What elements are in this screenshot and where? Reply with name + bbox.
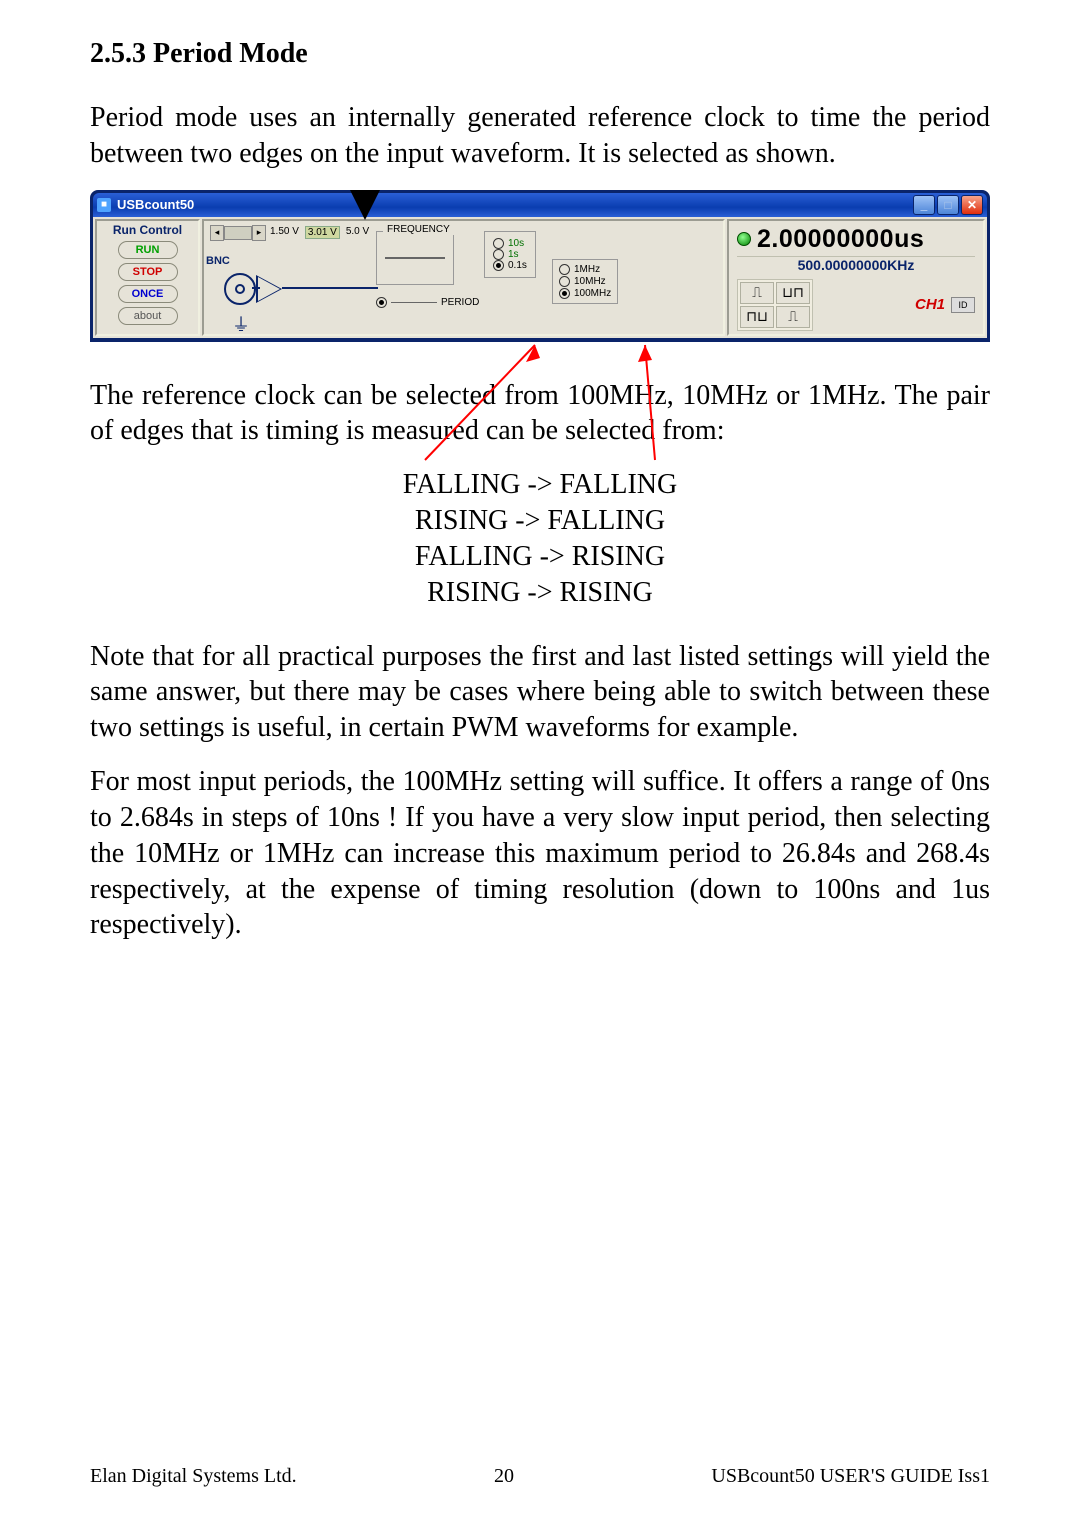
minimize-button[interactable]: _ — [913, 195, 935, 215]
threshold-slider[interactable]: ◂ ▸ — [210, 225, 266, 241]
amplifier-icon — [256, 275, 282, 303]
status-led-icon — [737, 232, 751, 246]
edge-rf-button[interactable]: ⊔⊓ — [776, 282, 810, 304]
edge-options-list: FALLING -> FALLING RISING -> FALLING FAL… — [90, 467, 990, 610]
edge-option-1: FALLING -> FALLING — [90, 467, 990, 503]
period-label: PERIOD — [441, 297, 479, 308]
tick-1: 3.01 V — [305, 226, 340, 239]
run-control-panel: Run Control RUN STOP ONCE about — [95, 219, 200, 336]
frequency-mode-group[interactable]: FREQUENCY — [376, 231, 454, 285]
tick-0: 1.50 V — [268, 226, 301, 239]
edge-ff-button[interactable]: ⎍ — [740, 282, 774, 304]
gate-opt-0: 10s — [508, 238, 524, 249]
edge-option-3: FALLING -> RISING — [90, 539, 990, 575]
edge-fr-button[interactable]: ⊓⊔ — [740, 306, 774, 328]
channel-badge: CH1 ID — [915, 296, 975, 313]
stop-button[interactable]: STOP — [118, 263, 178, 281]
signal-config-area: ◂ ▸ 1.50 V 3.01 V 5.0 V FREQUENCY — [202, 219, 725, 336]
footer-left: Elan Digital Systems Ltd. — [90, 1465, 297, 1488]
period-mode-group[interactable]: PERIOD — [376, 297, 479, 308]
app-window: ■ USBcount50 _ □ ✕ Run Control RUN STOP … — [90, 190, 990, 342]
ref-opt-2: 100MHz — [574, 288, 611, 299]
ref-10mhz-radio[interactable] — [559, 276, 570, 287]
ref-clock-group: 1MHz 10MHz 100MHz — [552, 259, 618, 304]
readout-panel: 2.00000000us 500.00000000KHz ⎍ ⊔⊓ ⊓⊔ ⎍ C… — [727, 219, 985, 336]
edge-option-4: RISING -> RISING — [90, 575, 990, 611]
tick-2: 5.0 V — [344, 226, 371, 239]
bnc-diagram: BNC ⏚ — [206, 255, 386, 335]
paragraph-3: Note that for all practical purposes the… — [90, 639, 990, 746]
once-button[interactable]: ONCE — [118, 285, 178, 303]
ref-100mhz-radio[interactable] — [559, 288, 570, 299]
ground-icon: ⏚ — [232, 311, 250, 336]
app-icon: ■ — [97, 198, 111, 212]
page-footer: Elan Digital Systems Ltd. 20 USBcount50 … — [90, 1465, 990, 1488]
footer-center: 20 — [494, 1465, 514, 1488]
ref-opt-1: 10MHz — [574, 276, 606, 287]
channel-id-button[interactable]: ID — [951, 297, 975, 313]
edge-option-2: RISING -> FALLING — [90, 503, 990, 539]
frequency-readout: 500.00000000KHz — [737, 257, 975, 273]
close-button[interactable]: ✕ — [961, 195, 983, 215]
bnc-connector-icon — [224, 273, 256, 305]
window-title: USBcount50 — [117, 197, 194, 212]
channel-label: CH1 — [915, 296, 945, 313]
ref-opt-0: 1MHz — [574, 264, 600, 275]
paragraph-4: For most input periods, the 100MHz setti… — [90, 764, 990, 943]
gate-01s-radio[interactable] — [493, 260, 504, 271]
threshold-ticks: 1.50 V 3.01 V 5.0 V — [268, 226, 371, 239]
window-titlebar: ■ USBcount50 _ □ ✕ — [93, 193, 987, 217]
frequency-label: FREQUENCY — [383, 224, 454, 235]
edge-rr-button[interactable]: ⎍ — [776, 306, 810, 328]
gate-time-group: 10s 1s 0.1s — [484, 231, 536, 278]
gate-1s-radio[interactable] — [493, 249, 504, 260]
period-readout: 2.00000000us — [757, 225, 924, 254]
run-control-label: Run Control — [113, 223, 182, 237]
window-client-area: Run Control RUN STOP ONCE about ◂ ▸ 1.50… — [93, 217, 987, 338]
paragraph-2: The reference clock can be selected from… — [90, 378, 990, 450]
section-heading: 2.5.3 Period Mode — [90, 38, 990, 70]
gate-opt-1: 1s — [508, 249, 519, 260]
ref-1mhz-radio[interactable] — [559, 264, 570, 275]
maximize-button[interactable]: □ — [937, 195, 959, 215]
gate-opt-2: 0.1s — [508, 260, 527, 271]
edge-select-grid: ⎍ ⊔⊓ ⊓⊔ ⎍ — [737, 279, 813, 331]
paragraph-1: Period mode uses an internally generated… — [90, 100, 990, 172]
slider-left-icon[interactable]: ◂ — [210, 225, 224, 241]
slider-right-icon[interactable]: ▸ — [252, 225, 266, 241]
screenshot-container: ■ USBcount50 _ □ ✕ Run Control RUN STOP … — [90, 190, 990, 360]
footer-right: USBcount50 USER'S GUIDE Iss1 — [711, 1465, 990, 1488]
gate-10s-radio[interactable] — [493, 238, 504, 249]
threshold-slider-row: ◂ ▸ 1.50 V 3.01 V 5.0 V — [210, 225, 717, 241]
bnc-label: BNC — [206, 255, 230, 267]
run-button[interactable]: RUN — [118, 241, 178, 259]
about-button[interactable]: about — [118, 307, 178, 325]
